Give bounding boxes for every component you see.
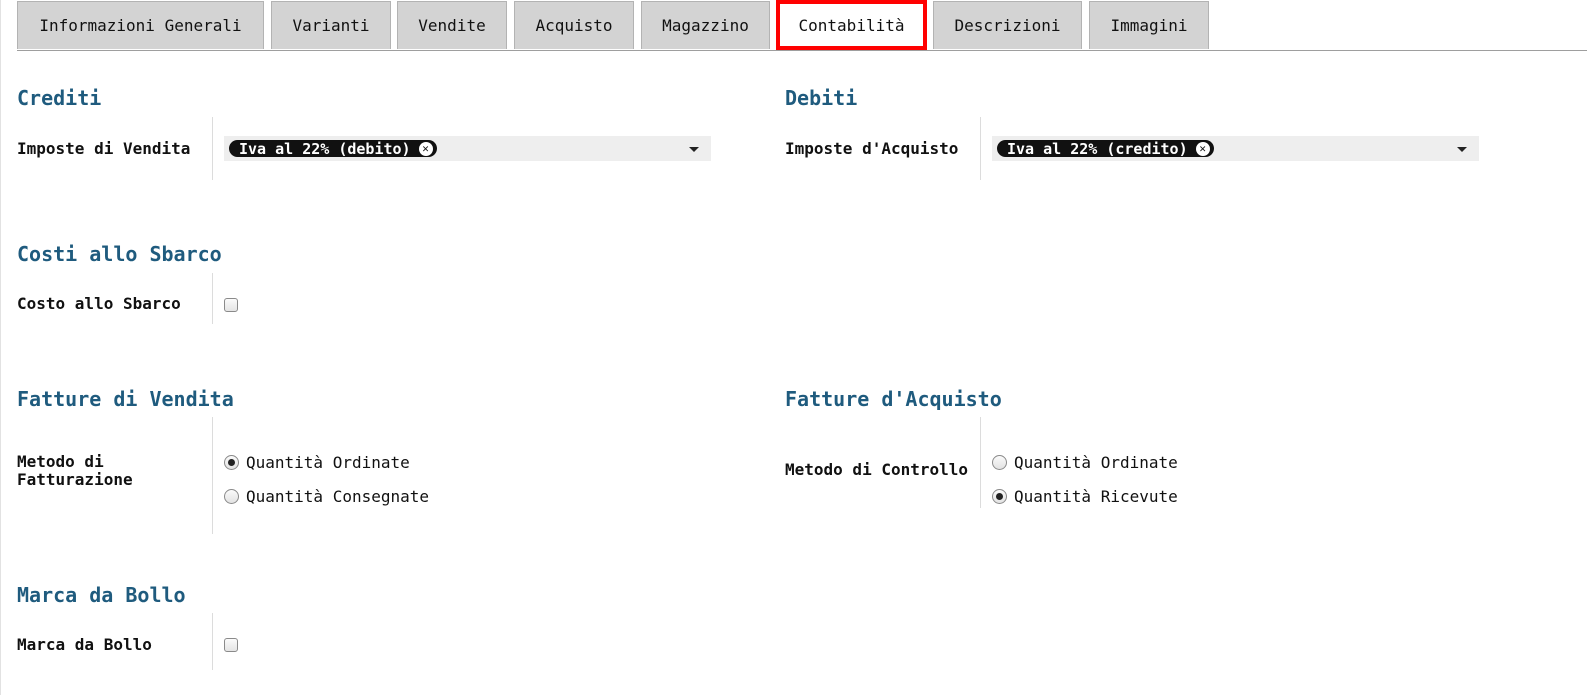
tax-tag-label: Iva al 22% (debito) <box>239 139 411 158</box>
section-title-crediti: Crediti <box>17 86 102 110</box>
tab-varianti[interactable]: Varianti <box>271 1 391 49</box>
label-line: Fatturazione <box>17 470 133 489</box>
remove-tag-icon[interactable]: ✕ <box>418 141 433 156</box>
costo-sbarco-checkbox[interactable] <box>224 298 238 312</box>
tab-bar: Informazioni Generali Varianti Vendite A… <box>17 0 1587 51</box>
tab-contabilita[interactable]: Contabilità <box>776 0 927 50</box>
field-divider <box>212 273 213 324</box>
dropdown-caret-icon[interactable] <box>689 147 699 152</box>
section-title-fatture-vendita: Fatture di Vendita <box>17 387 234 411</box>
field-divider <box>980 117 981 180</box>
field-label-costo-sbarco: Costo allo Sbarco <box>17 294 181 313</box>
radio-label: Quantità Ordinate <box>246 453 410 472</box>
label-line: Metodo di <box>17 452 104 471</box>
imposte-acquisto-select[interactable]: Iva al 22% (credito) ✕ <box>992 136 1479 161</box>
radio-option-quantita-ordinate[interactable]: Quantità Ordinate <box>224 453 410 472</box>
field-divider <box>980 417 981 508</box>
section-title-fatture-acquisto: Fatture d'Acquisto <box>785 387 1002 411</box>
field-label-imposte-vendita: Imposte di Vendita <box>17 139 191 158</box>
radio-option-quantita-consegnate[interactable]: Quantità Consegnate <box>224 487 429 506</box>
tax-tag: Iva al 22% (debito) ✕ <box>229 139 437 158</box>
field-label-marca-bollo: Marca da Bollo <box>17 635 152 654</box>
radio-button[interactable] <box>992 489 1007 504</box>
section-title-marca-bollo: Marca da Bollo <box>17 583 186 607</box>
tax-tag-label: Iva al 22% (credito) <box>1007 139 1188 158</box>
field-label-metodo-controllo: Metodo di Controllo <box>785 460 969 479</box>
left-border <box>0 0 1 695</box>
field-label-imposte-acquisto: Imposte d'Acquisto <box>785 139 959 158</box>
field-divider <box>212 613 213 670</box>
tab-vendite[interactable]: Vendite <box>397 1 507 49</box>
radio-button[interactable] <box>224 455 239 470</box>
remove-tag-icon[interactable]: ✕ <box>1195 141 1210 156</box>
radio-button[interactable] <box>992 455 1007 470</box>
field-divider <box>212 417 213 534</box>
radio-label: Quantità Consegnate <box>246 487 430 506</box>
tab-magazzino[interactable]: Magazzino <box>641 1 770 49</box>
dropdown-caret-icon[interactable] <box>1457 147 1467 152</box>
radio-option-quantita-ordinate[interactable]: Quantità Ordinate <box>992 453 1178 472</box>
field-label-metodo-fatturazione: Metodo di Fatturazione <box>17 453 133 489</box>
field-divider <box>212 117 213 180</box>
tab-descrizioni[interactable]: Descrizioni <box>933 1 1082 49</box>
tax-tag: Iva al 22% (credito) ✕ <box>997 139 1214 158</box>
marca-bollo-checkbox[interactable] <box>224 638 238 652</box>
tab-informazioni-generali[interactable]: Informazioni Generali <box>17 1 264 49</box>
section-title-debiti: Debiti <box>785 86 858 110</box>
section-title-costi-sbarco: Costi allo Sbarco <box>17 242 222 266</box>
radio-label: Quantità Ordinate <box>1014 453 1178 472</box>
tab-immagini[interactable]: Immagini <box>1089 1 1209 49</box>
tab-acquisto[interactable]: Acquisto <box>514 1 634 49</box>
radio-option-quantita-ricevute[interactable]: Quantità Ricevute <box>992 487 1178 506</box>
imposte-vendita-select[interactable]: Iva al 22% (debito) ✕ <box>224 136 711 161</box>
radio-button[interactable] <box>224 489 239 504</box>
radio-label: Quantità Ricevute <box>1014 487 1178 506</box>
